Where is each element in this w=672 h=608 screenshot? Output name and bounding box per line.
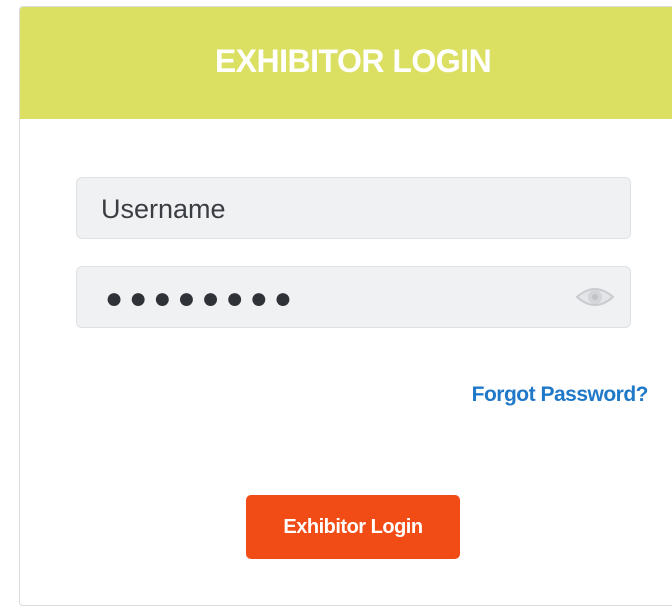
login-card: EXHIBITOR LOGIN Username ●●●●●●●● Forgot…: [19, 6, 672, 606]
username-placeholder: Username: [101, 194, 226, 224]
password-field[interactable]: ●●●●●●●●: [76, 266, 631, 328]
page-title: EXHIBITOR LOGIN: [214, 43, 492, 79]
card-header: EXHIBITOR LOGIN: [20, 7, 672, 119]
exhibitor-login-button[interactable]: Exhibitor Login: [246, 495, 460, 559]
eye-icon[interactable]: [574, 283, 616, 311]
forgot-password-link[interactable]: Forgot Password?: [472, 383, 649, 407]
username-field[interactable]: Username: [76, 177, 631, 239]
password-mask: ●●●●●●●●: [105, 282, 298, 315]
